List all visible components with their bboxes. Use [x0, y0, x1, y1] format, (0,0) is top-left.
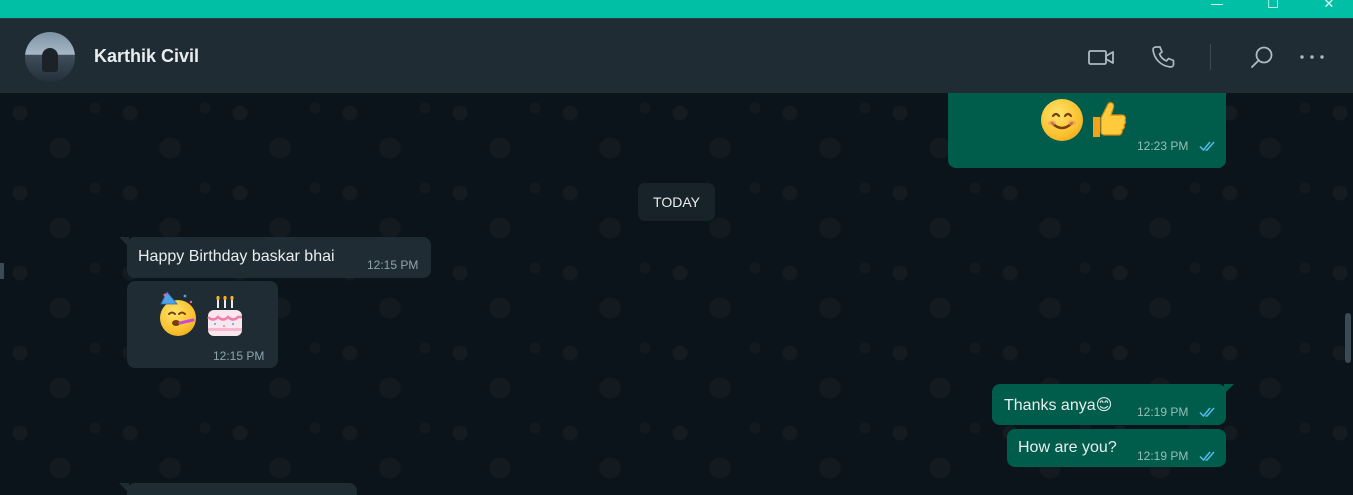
voice-call-icon[interactable] [1149, 43, 1177, 71]
smiling-face-emoji [1041, 99, 1083, 141]
read-receipt-icon [1199, 141, 1215, 152]
message-time: 12:19 PM [1137, 449, 1189, 463]
bubble-tail [119, 237, 129, 247]
emoji-group [1041, 97, 1131, 141]
message-time: 12:23 PM [1137, 139, 1189, 153]
left-edge-marker [0, 263, 4, 279]
message-bubble-outgoing[interactable]: Thanks anya😊 12:19 PM [992, 384, 1234, 425]
party-face-emoji [160, 291, 196, 336]
message-time: 12:15 PM [213, 349, 265, 363]
message-bubble-incoming[interactable]: Happy Birthday baskar bhai 12:15 PM [119, 237, 431, 278]
video-call-icon[interactable] [1087, 43, 1115, 71]
message-bubble-outgoing[interactable]: 12:23 PM [948, 93, 1226, 168]
close-window-button[interactable]: ✕ [1318, 0, 1340, 16]
message-bubble-outgoing[interactable]: How are you? 12:19 PM [1007, 429, 1226, 467]
bubble-tail [1224, 384, 1234, 394]
contact-avatar[interactable] [25, 32, 75, 82]
minimize-button[interactable]: — [1206, 0, 1228, 16]
maximize-button[interactable]: ☐ [1262, 0, 1284, 16]
contact-name[interactable]: Karthik Civil [94, 46, 199, 67]
message-list[interactable]: 12:23 PM TODAY Happy Birthday baskar bha… [0, 93, 1353, 495]
search-icon[interactable] [1248, 43, 1276, 71]
date-separator: TODAY [638, 183, 715, 221]
window-titlebar: — ☐ ✕ [0, 0, 1353, 18]
avatar-person-figure [42, 48, 58, 72]
message-bubble-incoming[interactable]: 12:15 PM [127, 281, 278, 368]
read-receipt-icon [1199, 451, 1215, 462]
chat-scrollbar[interactable] [1345, 313, 1351, 363]
more-options-icon[interactable] [1298, 43, 1326, 71]
chat-header: Karthik Civil [0, 18, 1353, 93]
message-text: Thanks anya😊 [1004, 397, 1113, 414]
message-bubble-incoming[interactable] [119, 483, 357, 495]
birthday-cake-emoji [204, 295, 246, 340]
thumbs-up-emoji [1087, 97, 1129, 141]
bubble-tail [119, 483, 129, 493]
message-text: Happy Birthday baskar bhai [138, 248, 335, 265]
message-text: How are you? [1018, 439, 1117, 456]
message-time: 12:19 PM [1137, 405, 1189, 419]
header-divider [1210, 44, 1211, 70]
message-time: 12:15 PM [367, 258, 419, 272]
read-receipt-icon [1199, 407, 1215, 418]
